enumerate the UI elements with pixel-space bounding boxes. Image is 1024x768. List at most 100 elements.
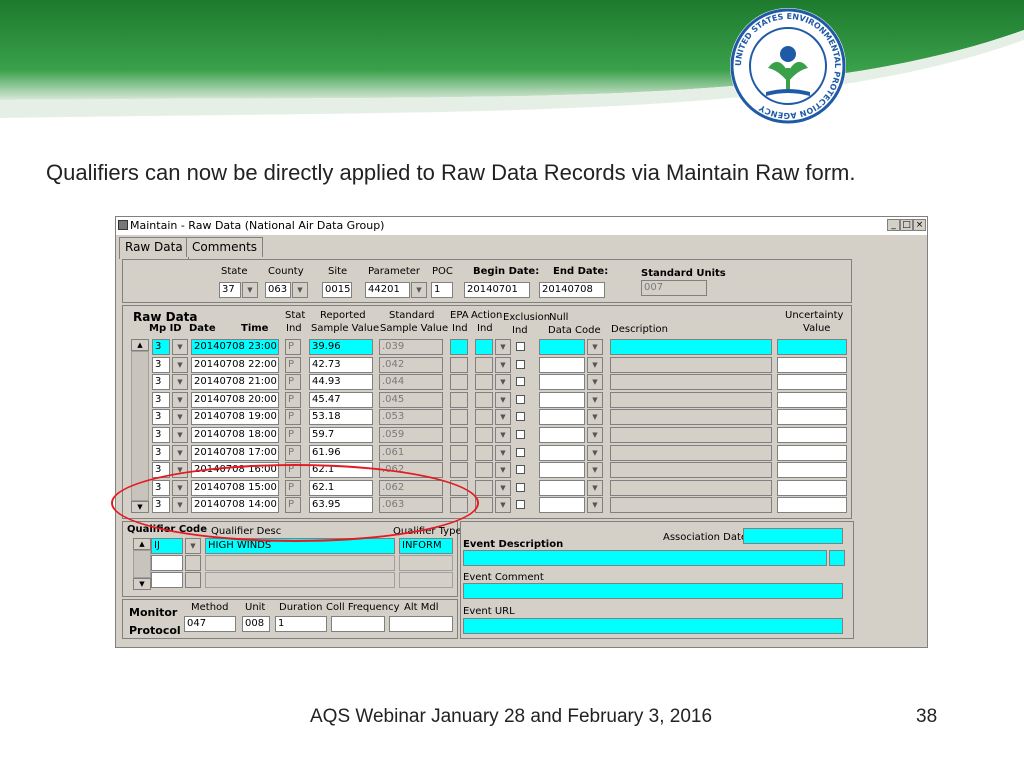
- site-field[interactable]: 0015: [322, 282, 352, 298]
- action-dropdown[interactable]: ▼: [495, 357, 511, 373]
- qualifier-code-dropdown[interactable]: [185, 555, 201, 571]
- null-data-code-field[interactable]: [539, 374, 585, 390]
- reported-value-field[interactable]: 63.95: [309, 497, 373, 513]
- null-data-code-field[interactable]: [539, 339, 585, 355]
- null-data-code-field[interactable]: [539, 427, 585, 443]
- begin-date-field[interactable]: 20140701: [464, 282, 530, 298]
- date-time-field[interactable]: 20140708 22:00: [191, 357, 279, 373]
- qualifier-code-field[interactable]: [151, 555, 183, 571]
- mp-id-field[interactable]: 3: [152, 462, 170, 478]
- tab-comments[interactable]: Comments: [186, 237, 264, 257]
- null-data-code-field[interactable]: [539, 392, 585, 408]
- reported-value-field[interactable]: 59.7: [309, 427, 373, 443]
- qualifier-code-dropdown[interactable]: [185, 572, 201, 588]
- mp-id-field[interactable]: 3: [152, 392, 170, 408]
- null-data-code-dropdown[interactable]: ▼: [587, 392, 603, 408]
- mp-id-field[interactable]: 3: [152, 339, 170, 355]
- uncertainty-field[interactable]: [777, 427, 847, 443]
- exclusion-checkbox[interactable]: [516, 448, 525, 457]
- close-button[interactable]: ×: [913, 219, 926, 231]
- mp-id-dropdown[interactable]: ▼: [172, 427, 188, 443]
- uncertainty-field[interactable]: [777, 497, 847, 513]
- uncertainty-field[interactable]: [777, 462, 847, 478]
- date-time-field[interactable]: 20140708 16:00: [191, 462, 279, 478]
- tab-raw-data[interactable]: Raw Data: [119, 237, 189, 259]
- event-url-field[interactable]: [463, 618, 843, 634]
- mp-id-dropdown[interactable]: ▼: [172, 374, 188, 390]
- null-data-code-field[interactable]: [539, 480, 585, 496]
- event-description-lov-button[interactable]: [829, 550, 845, 566]
- mp-id-field[interactable]: 3: [152, 357, 170, 373]
- uncertainty-field[interactable]: [777, 409, 847, 425]
- state-dropdown[interactable]: ▼: [242, 282, 258, 298]
- uncertainty-field[interactable]: [777, 445, 847, 461]
- mp-id-dropdown[interactable]: ▼: [172, 445, 188, 461]
- null-data-code-dropdown[interactable]: ▼: [587, 409, 603, 425]
- reported-value-field[interactable]: 62.1: [309, 462, 373, 478]
- null-data-code-dropdown[interactable]: ▼: [587, 374, 603, 390]
- date-time-field[interactable]: 20140708 23:00: [191, 339, 279, 355]
- mp-id-dropdown[interactable]: ▼: [172, 392, 188, 408]
- uncertainty-field[interactable]: [777, 374, 847, 390]
- scroll-down-icon[interactable]: ▼: [131, 501, 149, 513]
- mp-id-field[interactable]: 3: [152, 409, 170, 425]
- mp-id-dropdown[interactable]: ▼: [172, 462, 188, 478]
- qualifier-scroll-up-icon[interactable]: ▲: [133, 538, 151, 550]
- scroll-up-icon[interactable]: ▲: [131, 339, 149, 351]
- null-data-code-field[interactable]: [539, 409, 585, 425]
- association-date-field[interactable]: [743, 528, 843, 544]
- date-time-field[interactable]: 20140708 15:00: [191, 480, 279, 496]
- mp-id-dropdown[interactable]: ▼: [172, 339, 188, 355]
- action-dropdown[interactable]: ▼: [495, 409, 511, 425]
- date-time-field[interactable]: 20140708 19:00: [191, 409, 279, 425]
- reported-value-field[interactable]: 42.73: [309, 357, 373, 373]
- date-time-field[interactable]: 20140708 17:00: [191, 445, 279, 461]
- exclusion-checkbox[interactable]: [516, 412, 525, 421]
- null-data-code-dropdown[interactable]: ▼: [587, 357, 603, 373]
- maximize-button[interactable]: □: [900, 219, 913, 231]
- end-date-field[interactable]: 20140708: [539, 282, 605, 298]
- qualifier-code-field[interactable]: [151, 572, 183, 588]
- reported-value-field[interactable]: 62.1: [309, 480, 373, 496]
- null-data-code-dropdown[interactable]: ▼: [587, 339, 603, 355]
- event-description-field[interactable]: [463, 550, 827, 566]
- null-data-code-dropdown[interactable]: ▼: [587, 462, 603, 478]
- action-dropdown[interactable]: ▼: [495, 497, 511, 513]
- action-dropdown[interactable]: ▼: [495, 480, 511, 496]
- uncertainty-field[interactable]: [777, 480, 847, 496]
- reported-value-field[interactable]: 53.18: [309, 409, 373, 425]
- county-dropdown[interactable]: ▼: [292, 282, 308, 298]
- coll-frequency-field[interactable]: [331, 616, 385, 632]
- uncertainty-field[interactable]: [777, 392, 847, 408]
- null-data-code-dropdown[interactable]: ▼: [587, 497, 603, 513]
- parameter-field[interactable]: 44201: [365, 282, 410, 298]
- poc-field[interactable]: 1: [431, 282, 453, 298]
- mp-id-dropdown[interactable]: ▼: [172, 480, 188, 496]
- null-data-code-dropdown[interactable]: ▼: [587, 445, 603, 461]
- uncertainty-field[interactable]: [777, 357, 847, 373]
- date-time-field[interactable]: 20140708 21:00: [191, 374, 279, 390]
- null-data-code-dropdown[interactable]: ▼: [587, 480, 603, 496]
- exclusion-checkbox[interactable]: [516, 395, 525, 404]
- mp-id-field[interactable]: 3: [152, 497, 170, 513]
- null-data-code-field[interactable]: [539, 462, 585, 478]
- null-data-code-dropdown[interactable]: ▼: [587, 427, 603, 443]
- mp-id-field[interactable]: 3: [152, 427, 170, 443]
- null-data-code-field[interactable]: [539, 497, 585, 513]
- action-dropdown[interactable]: ▼: [495, 445, 511, 461]
- null-data-code-field[interactable]: [539, 357, 585, 373]
- exclusion-checkbox[interactable]: [516, 500, 525, 509]
- mp-id-dropdown[interactable]: ▼: [172, 497, 188, 513]
- action-dropdown[interactable]: ▼: [495, 427, 511, 443]
- qualifier-code-field[interactable]: IJ: [151, 538, 183, 554]
- exclusion-checkbox[interactable]: [516, 377, 525, 386]
- action-dropdown[interactable]: ▼: [495, 339, 511, 355]
- reported-value-field[interactable]: 44.93: [309, 374, 373, 390]
- parameter-dropdown[interactable]: ▼: [411, 282, 427, 298]
- duration-field[interactable]: 1: [275, 616, 327, 632]
- reported-value-field[interactable]: 45.47: [309, 392, 373, 408]
- method-field[interactable]: 047: [184, 616, 236, 632]
- exclusion-checkbox[interactable]: [516, 342, 525, 351]
- event-comment-field[interactable]: [463, 583, 843, 599]
- null-data-code-field[interactable]: [539, 445, 585, 461]
